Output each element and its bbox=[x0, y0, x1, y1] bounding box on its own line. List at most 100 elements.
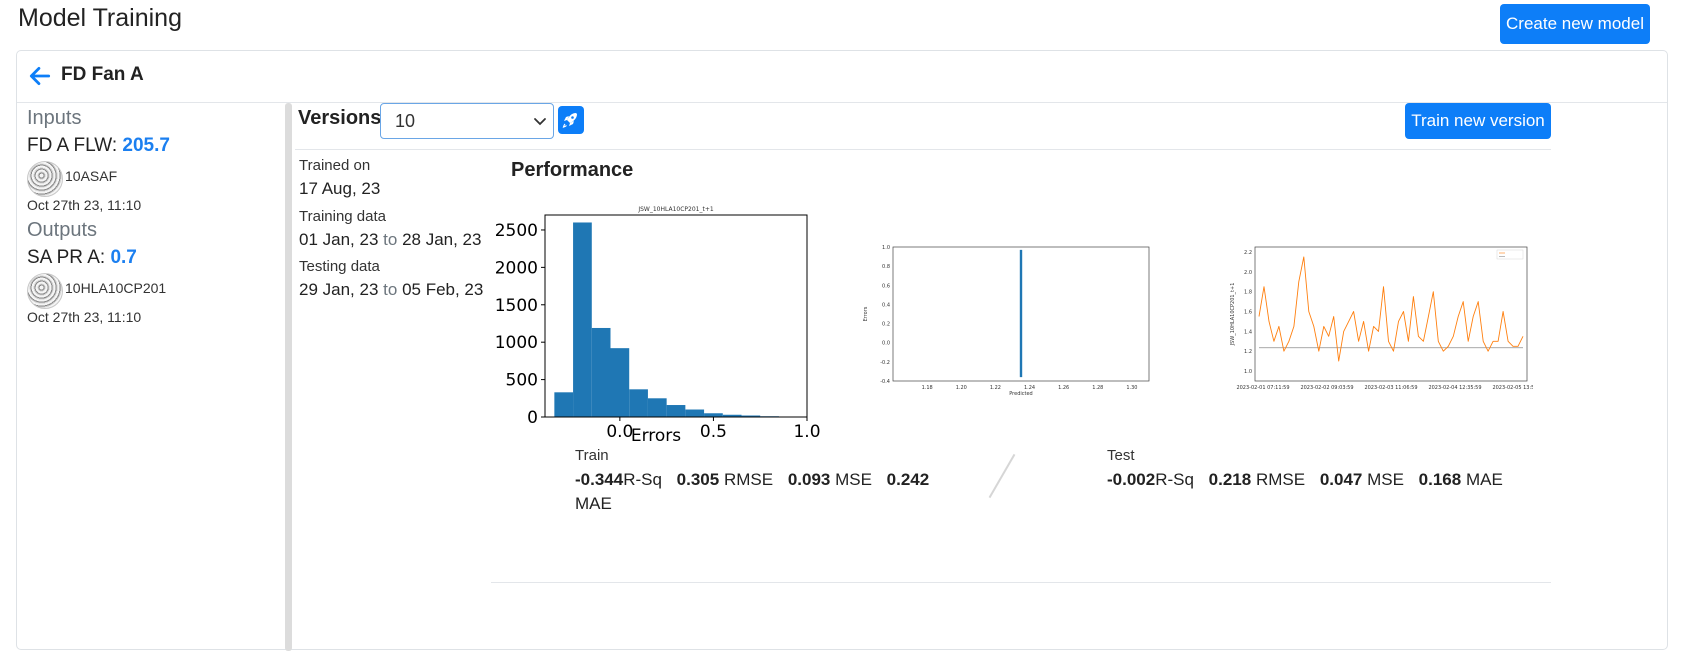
x-tick-label: 2023-02-04 12:35:59 bbox=[1428, 385, 1481, 391]
x-tick-label: 1.28 bbox=[1092, 385, 1103, 391]
histogram-bar bbox=[592, 328, 611, 417]
version-select[interactable]: 10 bbox=[380, 103, 554, 139]
output-tag-avatar bbox=[27, 273, 63, 309]
x-axis-label: Predicted bbox=[1009, 391, 1032, 397]
testing-data-range: 29 Jan, 23 to 05 Feb, 23 bbox=[299, 280, 483, 300]
y-tick-label: 0.0 bbox=[882, 341, 890, 347]
y-tick-label: 1.6 bbox=[1244, 310, 1252, 316]
y-tick-label: 1.0 bbox=[882, 245, 890, 251]
input-tag: 10ASAF bbox=[65, 168, 117, 184]
testing-to: 05 Feb, 23 bbox=[402, 280, 483, 299]
test-rmse-label: RMSE bbox=[1256, 470, 1305, 489]
y-tick-label: 2000 bbox=[495, 258, 538, 278]
y-tick-label: 0.8 bbox=[882, 264, 890, 270]
divider bbox=[295, 149, 1551, 150]
test-mse-value: 0.047 bbox=[1320, 470, 1363, 489]
errors-vs-predicted-chart: -0.4-0.20.00.20.40.60.81.01.181.201.221.… bbox=[859, 241, 1155, 401]
training-data-range: 01 Jan, 23 to 28 Jan, 23 bbox=[299, 230, 481, 250]
panel-scrollbar[interactable] bbox=[285, 103, 292, 651]
test-mae-label: MAE bbox=[1466, 470, 1503, 489]
page-header: Model Training Create new model bbox=[0, 0, 1682, 48]
divider bbox=[491, 582, 1551, 583]
x-tick-label: 0.5 bbox=[700, 422, 727, 442]
y-tick-label: 0.2 bbox=[882, 322, 890, 328]
test-metrics-row: -0.002R-Sq 0.218 RMSE 0.047 MSE 0.168 MA… bbox=[1107, 468, 1527, 492]
y-tick-label: 2.0 bbox=[1244, 270, 1252, 276]
training-data-label: Training data bbox=[299, 208, 386, 225]
test-mse-label: MSE bbox=[1367, 470, 1404, 489]
create-new-model-button[interactable]: Create new model bbox=[1500, 4, 1650, 44]
y-tick-label: 1500 bbox=[495, 296, 538, 316]
histogram-bar bbox=[573, 222, 592, 417]
input-value: 205.7 bbox=[122, 135, 170, 156]
train-metrics-row: -0.344R-Sq 0.305 RMSE 0.093 MSE 0.242 MA… bbox=[575, 468, 935, 516]
x-tick-label: 2023-02-03 11:06:59 bbox=[1364, 385, 1417, 391]
test-metrics-title: Test bbox=[1107, 447, 1527, 464]
histogram-bar bbox=[629, 389, 648, 417]
training-to-word: to bbox=[383, 230, 397, 249]
inputs-title: Inputs bbox=[27, 107, 81, 130]
testing-from: 29 Jan, 23 bbox=[299, 280, 378, 299]
x-tick-label: 1.18 bbox=[922, 385, 933, 391]
y-tick-label: -0.2 bbox=[880, 360, 890, 366]
plot-frame bbox=[1255, 247, 1527, 381]
version-selected: 10 bbox=[395, 111, 415, 131]
prediction-timeseries-chart: 1.01.21.41.61.82.02.22023-02-01 07:11:59… bbox=[1227, 241, 1533, 401]
test-rsq-label: R-Sq bbox=[1155, 470, 1194, 489]
trained-on-label: Trained on bbox=[299, 157, 370, 174]
train-rmse-value: 0.305 bbox=[677, 470, 720, 489]
deploy-version-button[interactable] bbox=[558, 106, 584, 134]
input-label: FD A FLW: bbox=[27, 135, 117, 156]
histogram-bar bbox=[554, 392, 573, 417]
y-tick-label: 2500 bbox=[495, 221, 538, 241]
histogram-bar bbox=[704, 413, 723, 417]
histogram-bar bbox=[611, 348, 630, 417]
output-value: 0.7 bbox=[110, 247, 136, 268]
y-tick-label: 1.0 bbox=[1244, 369, 1252, 375]
metrics-separator bbox=[989, 454, 1016, 498]
train-rsq-label: R-Sq bbox=[623, 470, 662, 489]
y-axis-label: Errors bbox=[863, 306, 869, 321]
page-title: Model Training bbox=[18, 4, 182, 33]
histogram-bar bbox=[648, 398, 667, 417]
training-to: 28 Jan, 23 bbox=[402, 230, 481, 249]
arrow-left-icon[interactable] bbox=[27, 63, 53, 89]
output-timestamp: Oct 27th 23, 11:10 bbox=[27, 309, 141, 325]
model-name: FD Fan A bbox=[61, 64, 144, 86]
histogram-bar bbox=[667, 405, 686, 417]
y-tick-label: 0.4 bbox=[882, 302, 890, 308]
x-tick-label: 1.30 bbox=[1126, 385, 1137, 391]
io-panel: Inputs FD A FLW: 205.7 10ASAF Oct 27th 2… bbox=[17, 103, 285, 651]
output-label: SA PR A: bbox=[27, 247, 105, 268]
error-histogram-chart: JSW_10HLA10CP201_t+1 0 500 1000 1500 2000 2500… bbox=[491, 203, 823, 443]
y-tick-label: -0.4 bbox=[880, 379, 890, 385]
testing-data-label: Testing data bbox=[299, 258, 380, 275]
y-tick-label: 1000 bbox=[495, 333, 538, 353]
y-tick-label: 1.8 bbox=[1244, 290, 1252, 296]
chevron-down-icon bbox=[533, 115, 547, 129]
y-tick-label: 1.4 bbox=[1244, 329, 1252, 335]
train-mse-value: 0.093 bbox=[788, 470, 831, 489]
train-mae-label: MAE bbox=[575, 494, 612, 513]
test-metrics: Test -0.002R-Sq 0.218 RMSE 0.047 MSE 0.1… bbox=[1107, 447, 1527, 492]
input-line: FD A FLW: 205.7 bbox=[27, 135, 170, 157]
x-tick-label: 1.22 bbox=[990, 385, 1001, 391]
train-new-version-button[interactable]: Train new version bbox=[1405, 103, 1551, 139]
y-tick-label: 1.2 bbox=[1244, 349, 1252, 355]
y-tick-label: 0 bbox=[527, 408, 538, 428]
train-metrics-title: Train bbox=[575, 447, 935, 464]
x-tick-label: 0.0 bbox=[606, 422, 633, 442]
trained-on-value: 17 Aug, 23 bbox=[299, 179, 380, 199]
x-axis-label: Errors bbox=[631, 426, 681, 443]
y-tick-label: 2.2 bbox=[1244, 250, 1252, 256]
train-mae-value: 0.242 bbox=[887, 470, 930, 489]
outputs-title: Outputs bbox=[27, 219, 97, 242]
chart-title: JSW_10HLA10CP201_t+1 bbox=[637, 206, 714, 213]
y-axis-label: JSW_10HLA10CP201_t+1 bbox=[1230, 283, 1236, 347]
model-card: FD Fan A Inputs FD A FLW: 205.7 10ASAF O… bbox=[16, 50, 1668, 650]
input-timestamp: Oct 27th 23, 11:10 bbox=[27, 197, 141, 213]
training-from: 01 Jan, 23 bbox=[299, 230, 378, 249]
performance-title: Performance bbox=[511, 159, 633, 182]
y-tick-label: 500 bbox=[506, 371, 538, 391]
x-tick-label: 1.26 bbox=[1058, 385, 1069, 391]
